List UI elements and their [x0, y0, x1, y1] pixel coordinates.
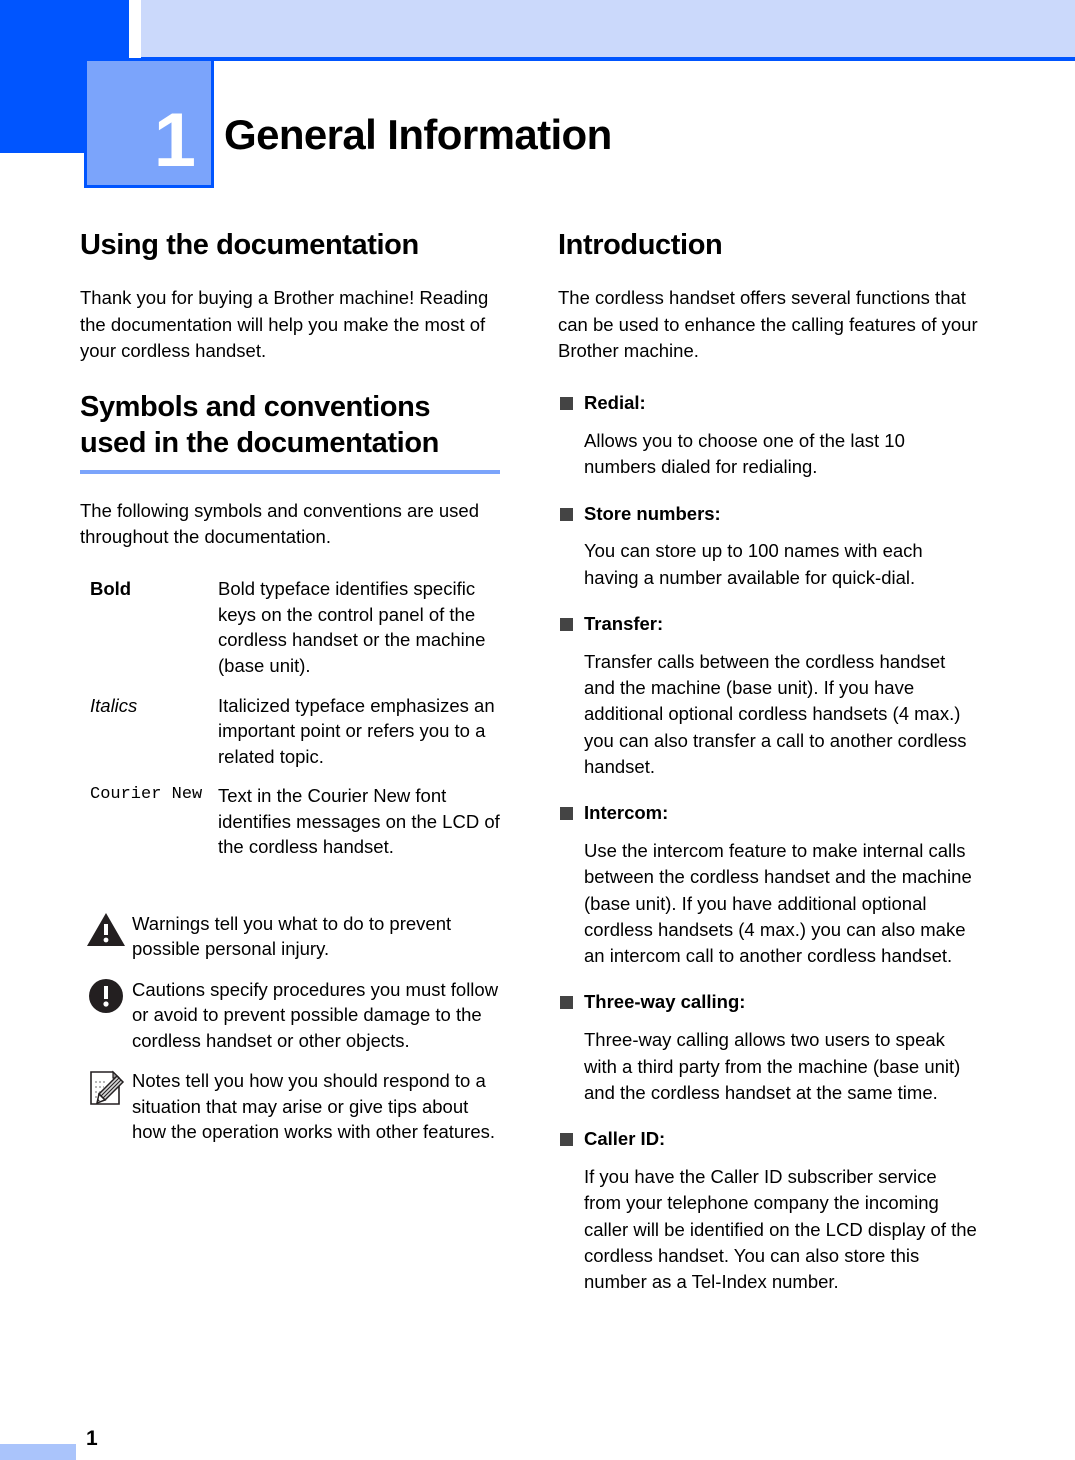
chapter-number-box: 1 — [84, 58, 214, 188]
list-item: Redial: Allows you to choose one of the … — [558, 390, 978, 480]
header-rule-line — [141, 57, 1075, 61]
feature-label: Transfer: — [584, 613, 664, 635]
paragraph-introduction: The cordless handset offers several func… — [558, 287, 978, 361]
conventions-table: Bold Bold typeface identifies specific k… — [80, 576, 500, 873]
notice-warning: Warnings tell you what to do to prevent … — [80, 910, 500, 962]
feature-label: Caller ID: — [584, 1128, 666, 1150]
feature-heading: Intercom: — [558, 800, 978, 826]
warning-triangle-icon — [80, 910, 132, 948]
footer-decorative-bar — [0, 1444, 76, 1460]
notice-note-text: Notes tell you how you should respond to… — [132, 1070, 495, 1143]
notice-warning-text: Warnings tell you what to do to prevent … — [132, 912, 452, 960]
feature-list: Redial: Allows you to choose one of the … — [558, 390, 978, 1295]
right-column: Introduction The cordless handset offers… — [558, 228, 978, 1315]
feature-label: Intercom: — [584, 802, 669, 824]
list-item: Store numbers: You can store up to 100 n… — [558, 501, 978, 591]
convention-term: Italics — [90, 694, 138, 716]
list-item: Three-way calling: Three-way calling all… — [558, 989, 978, 1106]
feature-description: Allows you to choose one of the last 10 … — [584, 430, 905, 478]
bullet-square-icon — [560, 507, 573, 521]
feature-label: Store numbers: — [584, 502, 721, 524]
bullet-square-icon — [560, 996, 573, 1010]
caution-circle-icon — [80, 976, 132, 1014]
feature-label: Redial: — [584, 392, 646, 414]
paragraph-symbols-intro: The following symbols and conventions ar… — [80, 499, 480, 548]
paragraph-thank-you: Thank you for buying a Brother machine! … — [80, 287, 489, 361]
feature-heading: Three-way calling: — [558, 989, 978, 1015]
convention-term: Courier New — [90, 785, 203, 805]
convention-description: Text in the Courier New font identifies … — [218, 785, 500, 858]
heading-using-the-documentation: Using the documentation — [80, 229, 419, 261]
feature-heading: Store numbers: — [558, 501, 978, 527]
page-title: General Information — [224, 111, 612, 159]
list-item: Transfer: Transfer calls between the cor… — [558, 611, 978, 780]
notice-note: Notes tell you how you should respond to… — [80, 1067, 500, 1145]
note-pencil-icon — [80, 1067, 132, 1107]
feature-heading: Redial: — [558, 390, 978, 416]
page-number: 1 — [86, 1427, 98, 1450]
table-row: Courier New Text in the Courier New font… — [80, 783, 500, 874]
header-decorative-band — [141, 0, 1075, 57]
notice-list: Warnings tell you what to do to prevent … — [80, 910, 500, 1145]
notice-caution: Cautions specify procedures you must fol… — [80, 976, 500, 1054]
notice-caution-text: Cautions specify procedures you must fol… — [132, 978, 499, 1051]
heading-introduction: Introduction — [558, 229, 723, 261]
feature-description: Use the intercom feature to make interna… — [584, 840, 972, 967]
convention-term: Bold — [90, 578, 132, 600]
feature-description: Transfer calls between the cordless hand… — [584, 650, 967, 777]
bullet-square-icon — [560, 618, 573, 632]
convention-description: Italicized typeface emphasizes an import… — [218, 694, 495, 767]
table-row: Italics Italicized typeface emphasizes a… — [80, 693, 500, 784]
bullet-square-icon — [560, 1133, 573, 1147]
feature-description: If you have the Caller ID subscriber ser… — [584, 1166, 977, 1293]
convention-description: Bold typeface identifies specific keys o… — [218, 578, 486, 676]
left-column: Using the documentation Thank you for bu… — [80, 228, 500, 1159]
feature-description: You can store up to 100 names with each … — [584, 540, 923, 588]
chapter-number: 1 — [153, 98, 196, 183]
heading-symbols-and-conventions: Symbols and conventions used in the docu… — [80, 390, 500, 474]
table-row: Bold Bold typeface identifies specific k… — [80, 576, 500, 692]
list-item: Caller ID: If you have the Caller ID sub… — [558, 1126, 978, 1295]
feature-label: Three-way calling: — [584, 991, 746, 1013]
feature-heading: Transfer: — [558, 611, 978, 637]
feature-description: Three-way calling allows two users to sp… — [584, 1029, 961, 1103]
feature-heading: Caller ID: — [558, 1126, 978, 1152]
bullet-square-icon — [560, 807, 573, 821]
bullet-square-icon — [560, 397, 573, 411]
list-item: Intercom: Use the intercom feature to ma… — [558, 800, 978, 969]
